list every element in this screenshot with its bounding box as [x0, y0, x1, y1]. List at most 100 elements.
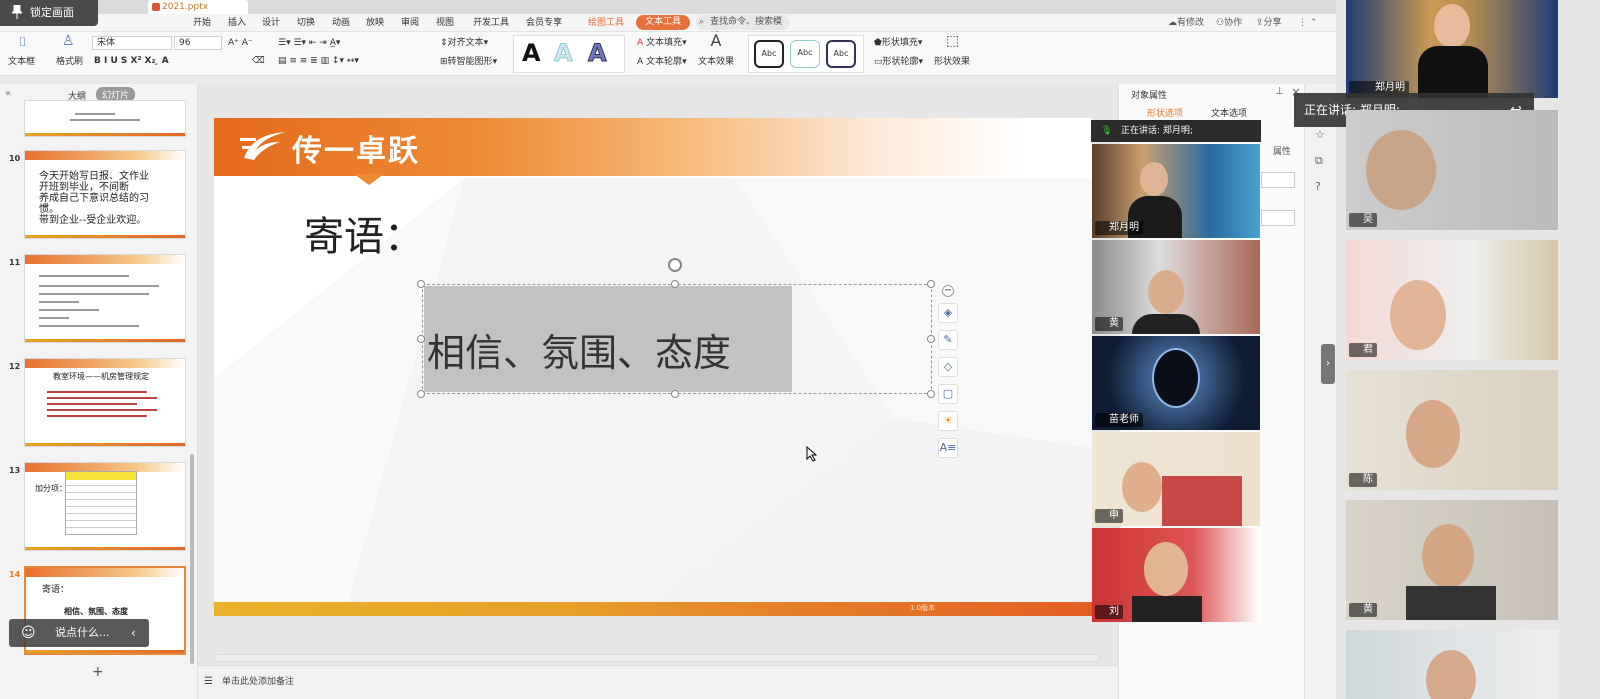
menu-item-developer[interactable]: 开发工具: [473, 16, 509, 30]
video-tile-5[interactable]: 刘: [1092, 528, 1260, 622]
has-changes-button[interactable]: ☁有修改: [1168, 16, 1204, 30]
outline-icon[interactable]: ▢: [938, 384, 958, 404]
command-search[interactable]: ⌕ 查找命令、搜索模板: [696, 15, 790, 42]
video-tile-3[interactable]: 苗老师: [1092, 336, 1260, 430]
notes-area[interactable]: ☰ 单击此处添加备注: [198, 665, 1118, 699]
text-effect-button[interactable]: 文本效果: [698, 56, 734, 68]
rotate-handle-icon[interactable]: [668, 258, 682, 272]
share-button[interactable]: ⇪分享: [1256, 16, 1282, 30]
lock-screen-label: 锁定画面: [30, 6, 74, 19]
shape-style-1[interactable]: Abc: [754, 40, 784, 68]
footer-version-tag: 1.0版本: [910, 604, 936, 612]
menu-item-slideshow[interactable]: 放映: [366, 16, 384, 30]
wordart-gallery[interactable]: A A A: [513, 35, 625, 73]
font-style-buttons[interactable]: B I U S X² X₂ ̱ A: [94, 55, 169, 67]
menu-item-transition[interactable]: 切换: [297, 16, 315, 30]
list-buttons[interactable]: ☰▾ ☰▾ ⇤ ⇥ A̲▾: [278, 37, 340, 49]
font-name-select[interactable]: 宋体: [92, 36, 172, 50]
star-icon[interactable]: ☆: [1315, 128, 1325, 141]
chat-input[interactable]: ☺ 说点什么... ‹: [9, 619, 149, 647]
resize-handle-r[interactable]: [927, 335, 935, 343]
smart-shape-button[interactable]: ⊞转智能图形▾: [440, 56, 497, 68]
wordart-style-2[interactable]: A: [554, 40, 574, 67]
shape-style-gallery[interactable]: Abc Abc Abc: [748, 35, 864, 73]
menu-item-home[interactable]: 开始: [193, 16, 211, 30]
tab-text-options[interactable]: 文本选项: [1211, 106, 1247, 119]
thumb-scrollbar[interactable]: [190, 454, 194, 664]
text-outline-button[interactable]: A 文本轮廓▾: [637, 56, 687, 68]
menu-item-design[interactable]: 设计: [262, 16, 280, 30]
format-painter-button[interactable]: 格式刷: [56, 56, 83, 68]
align-text-button[interactable]: ⇕对齐文本▾: [440, 37, 488, 49]
resize-handle-tr[interactable]: [927, 280, 935, 288]
participant-tile-3[interactable]: 陈: [1346, 370, 1558, 490]
resize-handle-bl[interactable]: [417, 390, 425, 398]
shape-style-2[interactable]: Abc: [790, 40, 820, 68]
participant-4-name: 黄: [1349, 603, 1377, 617]
participant-tile-2[interactable]: 君: [1346, 240, 1558, 360]
font-size-select[interactable]: 96: [174, 36, 222, 50]
resize-handle-tl[interactable]: [417, 280, 425, 288]
help-icon[interactable]: ?: [1315, 180, 1321, 193]
slide-title[interactable]: 寄语：: [304, 204, 424, 262]
prop-select-2[interactable]: [1261, 210, 1295, 226]
slide-thumb-13[interactable]: 加分项：: [24, 462, 186, 551]
participant-tile-5[interactable]: [1346, 630, 1558, 699]
menu-item-review[interactable]: 审阅: [401, 16, 419, 30]
menu-item-animation[interactable]: 动画: [332, 16, 350, 30]
video-tile-1[interactable]: 郑月明: [1092, 144, 1260, 238]
textbox-button[interactable]: 文本框: [8, 56, 35, 68]
horizontal-scrollbar[interactable]: [214, 654, 1100, 662]
tab-drawing-tools[interactable]: 绘图工具: [588, 16, 624, 30]
slide14-text: 相信、氛围、态度: [64, 607, 128, 616]
video-tile-5-name: 刘: [1095, 605, 1123, 619]
resize-handle-l[interactable]: [417, 335, 425, 343]
shape-fill-button[interactable]: ⬟形状填充▾: [874, 37, 922, 49]
menu-item-member[interactable]: 会员专享: [526, 16, 562, 30]
screen-icon[interactable]: ⧉: [1315, 154, 1323, 168]
slide-thumb-12[interactable]: 教室环境——机房管理规定: [24, 358, 186, 447]
video-tile-2[interactable]: 黄: [1092, 240, 1260, 334]
document-tab[interactable]: 2021.pptx: [148, 0, 248, 14]
pin-panel-icon[interactable]: ⊥: [1275, 86, 1284, 97]
resize-handle-b[interactable]: [671, 390, 679, 398]
resize-handle-br[interactable]: [927, 390, 935, 398]
menu-item-view[interactable]: 视图: [436, 16, 454, 30]
expand-panel-icon[interactable]: ›: [1321, 344, 1335, 384]
participant-tile-host[interactable]: 郑月明: [1346, 0, 1558, 98]
emoji-icon[interactable]: ☺: [21, 619, 36, 647]
alignment-buttons[interactable]: ▤ ≡ ≡ ≣ ▥ ↕▾ ↔▾: [278, 55, 359, 67]
shape-effect-button[interactable]: 形状效果: [934, 56, 970, 68]
slide-thumb-11[interactable]: [24, 254, 186, 343]
bulb-icon[interactable]: ☀: [938, 411, 958, 431]
participant-tile-4[interactable]: 黄: [1346, 500, 1558, 620]
participant-tile-1[interactable]: 吴: [1346, 110, 1558, 230]
collapse-float-icon[interactable]: −: [942, 285, 954, 297]
prop-select-1[interactable]: [1261, 172, 1295, 188]
video-tile-4[interactable]: 申: [1092, 432, 1260, 526]
collaborate-button[interactable]: ⚇协作: [1216, 16, 1242, 30]
menu-item-insert[interactable]: 插入: [228, 16, 246, 30]
slide-thumb-9[interactable]: [24, 100, 186, 137]
clear-format-button[interactable]: ⌫: [252, 55, 265, 67]
slide-canvas[interactable]: 传一卓跃 寄语： 相信、氛围、态度 1.0版本: [214, 118, 1092, 616]
layers-icon[interactable]: ◈: [938, 303, 958, 323]
shape-style-3[interactable]: Abc: [826, 40, 856, 68]
collapse-panel-icon[interactable]: «: [5, 88, 11, 99]
text-format-icon[interactable]: A≡: [938, 438, 958, 458]
resize-handle-t[interactable]: [671, 280, 679, 288]
shape-outline-button[interactable]: ▭形状轮廓▾: [874, 56, 923, 68]
text-fill-button[interactable]: A 文本填充▾: [637, 37, 687, 49]
lock-screen-button[interactable]: 锁定画面: [0, 0, 98, 26]
pen-icon[interactable]: ✎: [938, 330, 958, 350]
wordart-style-1[interactable]: A: [522, 40, 541, 66]
wordart-style-3[interactable]: A: [588, 40, 608, 67]
tab-text-tools[interactable]: 文本工具: [636, 15, 691, 30]
slide-body-text[interactable]: 相信、氛围、态度: [427, 323, 731, 383]
slide-thumb-10[interactable]: 今天开始写日报、文作业 开班到毕业，不间断 养成自己下意识总结的习 惯。 带到企…: [24, 150, 186, 239]
add-slide-button[interactable]: +: [92, 664, 104, 680]
fill-icon[interactable]: ◇: [938, 357, 958, 377]
chevron-left-icon[interactable]: ‹: [131, 619, 136, 647]
font-grow-shrink-buttons[interactable]: A⁺ A⁻: [228, 37, 253, 49]
more-menu-icons[interactable]: ⋮ ⌃: [1298, 16, 1317, 30]
